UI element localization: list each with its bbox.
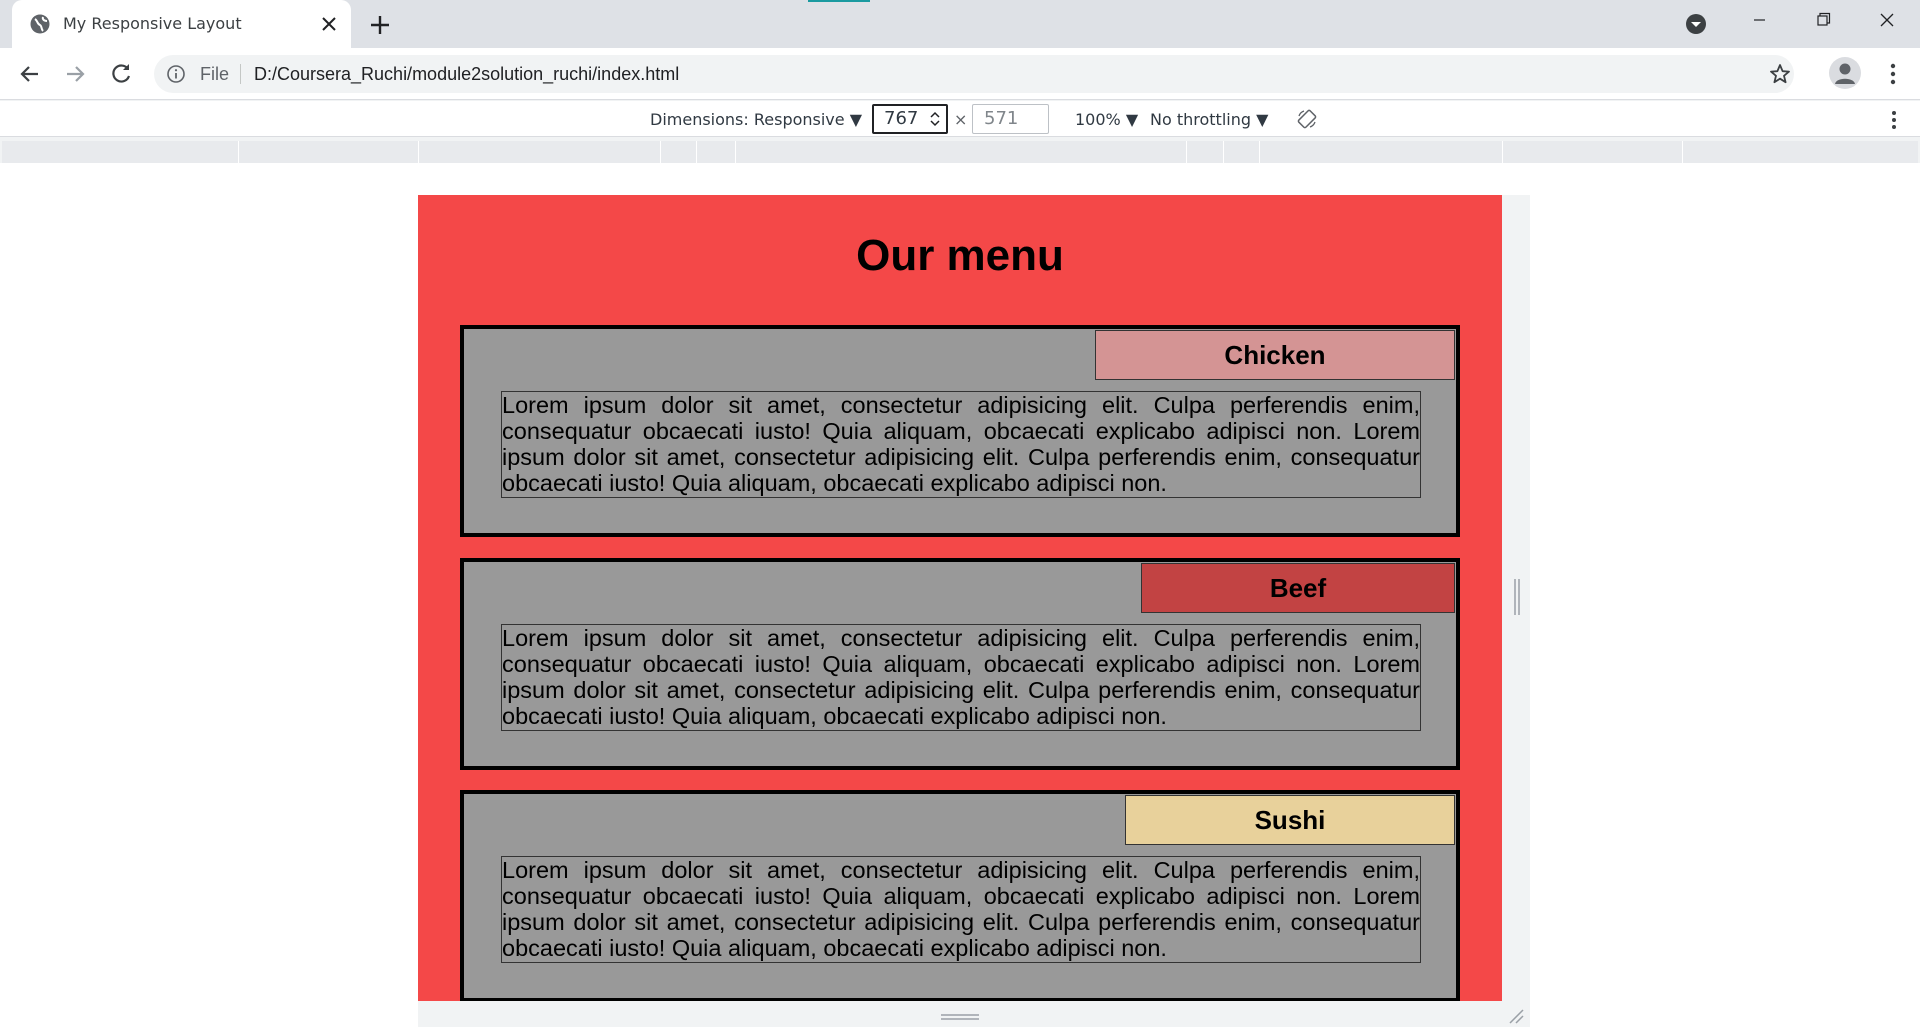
throttling-dropdown[interactable]: No throttling ▼ — [1150, 110, 1268, 129]
menu-section-sushi: Sushi Lorem ipsum dolor sit amet, consec… — [460, 790, 1460, 1001]
width-value: 767 — [884, 108, 919, 129]
omnibox-scheme: File — [200, 64, 230, 84]
media-query-tick — [238, 141, 239, 163]
dimensions-dropdown[interactable]: Dimensions: Responsive ▼ — [650, 110, 862, 129]
globe-icon — [30, 14, 50, 34]
restore-icon[interactable] — [1791, 0, 1855, 40]
omnibox-divider — [240, 64, 241, 84]
star-icon[interactable] — [1768, 62, 1792, 86]
account-icon[interactable] — [1829, 57, 1861, 89]
page-title: Our menu — [856, 231, 1064, 280]
height-input[interactable]: 571 — [972, 104, 1049, 134]
profile-dropdown-icon[interactable] — [1684, 12, 1708, 36]
height-value: 571 — [984, 108, 1019, 129]
resize-corner-icon[interactable] — [1508, 1008, 1524, 1024]
section-text: Lorem ipsum dolor sit amet, consectetur … — [501, 624, 1421, 731]
section-title: Beef — [1141, 563, 1455, 613]
resize-handle-bottom-icon[interactable] — [941, 1012, 979, 1022]
reload-icon[interactable] — [107, 60, 135, 88]
section-title: Chicken — [1095, 330, 1455, 380]
device-stage: Our menu Chicken Lorem ipsum dolor sit a… — [0, 163, 1920, 1027]
resize-handle-icon[interactable] — [1512, 579, 1522, 615]
media-query-bar[interactable] — [2, 141, 1918, 163]
tab-strip-accent — [808, 0, 870, 2]
menu-section-beef: Beef Lorem ipsum dolor sit amet, consect… — [460, 558, 1460, 770]
section-title: Sushi — [1125, 795, 1455, 845]
media-query-tick — [1682, 141, 1683, 163]
omnibox[interactable]: File D:/Coursera_Ruchi/module2solution_r… — [154, 55, 1794, 93]
dimension-separator: × — [954, 110, 968, 129]
media-query-tick — [1223, 141, 1224, 163]
media-query-tick — [418, 141, 419, 163]
media-query-tick — [735, 141, 736, 163]
menu-section-chicken: Chicken Lorem ipsum dolor sit amet, cons… — [460, 325, 1460, 537]
zoom-dropdown[interactable]: 100% ▼ — [1075, 110, 1138, 129]
media-query-tick — [696, 141, 697, 163]
plus-icon[interactable] — [367, 12, 393, 38]
browser-toolbar: File D:/Coursera_Ruchi/module2solution_r… — [0, 48, 1920, 100]
section-text: Lorem ipsum dolor sit amet, consectetur … — [501, 391, 1421, 498]
devtools-more-icon[interactable] — [1884, 109, 1904, 131]
info-icon[interactable] — [166, 64, 186, 84]
device-toolbar: Dimensions: Responsive ▼ 767 × 571 100% … — [0, 101, 1920, 137]
minimize-icon[interactable] — [1727, 0, 1791, 40]
close-icon[interactable] — [318, 13, 340, 35]
media-query-tick — [1502, 141, 1503, 163]
media-query-tick — [1259, 141, 1260, 163]
forward-icon[interactable] — [61, 60, 89, 88]
page-viewport: Our menu Chicken Lorem ipsum dolor sit a… — [418, 195, 1502, 1001]
back-icon[interactable] — [16, 60, 44, 88]
kebab-menu-icon[interactable] — [1883, 60, 1903, 88]
section-text: Lorem ipsum dolor sit amet, consectetur … — [501, 856, 1421, 963]
close-window-icon[interactable] — [1855, 0, 1919, 40]
tab-active[interactable]: My Responsive Layout — [12, 0, 351, 48]
tab-strip: My Responsive Layout — [0, 0, 1920, 48]
spinner-arrows-icon[interactable] — [930, 111, 940, 127]
url-text[interactable]: D:/Coursera_Ruchi/module2solution_ruchi/… — [254, 64, 679, 85]
tab-title: My Responsive Layout — [63, 14, 242, 33]
media-query-tick — [1186, 141, 1187, 163]
media-query-tick — [660, 141, 661, 163]
avatar-silhouette-icon — [1835, 63, 1855, 84]
rotate-icon[interactable] — [1296, 108, 1318, 130]
width-input[interactable]: 767 — [872, 104, 948, 134]
